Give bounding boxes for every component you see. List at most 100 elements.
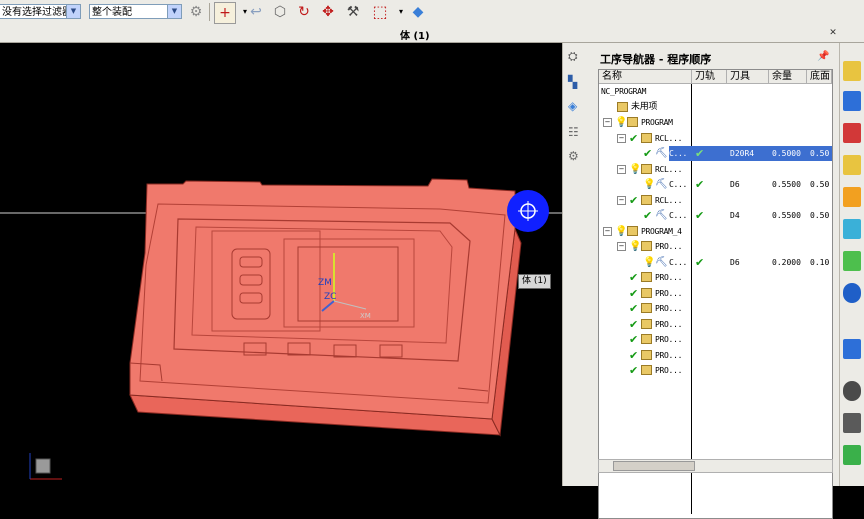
check-icon: ✔: [629, 287, 639, 300]
row-name: PRO...: [655, 320, 683, 329]
select-components-icon[interactable]: ⚙: [186, 2, 206, 22]
operation-tree[interactable]: 名称 刀轨 刀具 余量 底面 NC_PROGRAM 未用项 − 💡 PROGRA…: [598, 69, 833, 519]
column-header-stock[interactable]: 余量: [769, 70, 807, 84]
row-name: PROGRAM: [641, 118, 673, 127]
zc-axis-label: ZC: [324, 292, 336, 302]
folder-icon: [641, 303, 652, 313]
column-header-name[interactable]: 名称: [599, 70, 692, 84]
hd3d-tools-icon[interactable]: ⚙: [568, 149, 586, 167]
row-name: PRO...: [655, 273, 683, 282]
selection-tooltip: 体 (1): [518, 274, 551, 289]
tree-row-op-4[interactable]: 💡 ⛏ C... ✔ D6 0.2000 0.10: [599, 255, 832, 270]
rotate-icon[interactable]: ↻: [294, 2, 314, 22]
tree-row-unused[interactable]: 未用项: [599, 100, 832, 115]
tree-row-pro-5[interactable]: ✔ PRO...: [599, 317, 832, 332]
snap-point-icon[interactable]: +: [214, 2, 236, 24]
collapse-icon[interactable]: −: [617, 242, 626, 251]
tree-row-op-2[interactable]: 💡 ⛏ C... ✔ D6 0.5500 0.50: [599, 177, 832, 192]
floor-cell: 0.50: [810, 180, 830, 189]
tree-row-pro-2[interactable]: ✔ PRO...: [599, 270, 832, 285]
graphics-viewport[interactable]: ZM ZC XM 体 (1): [0, 43, 562, 486]
row-name: 未用项: [631, 102, 658, 112]
window-title: 体 (1): [400, 31, 430, 42]
view-cube-icon[interactable]: ⬡: [270, 2, 290, 22]
part-top-face: [129, 178, 516, 420]
web-browser-tab-icon[interactable]: [843, 283, 861, 303]
row-name: PRO...: [655, 242, 683, 251]
column-header-tool[interactable]: 刀具: [727, 70, 769, 84]
history-tab-icon[interactable]: [843, 339, 861, 359]
chevron-down-icon: ▼: [167, 5, 181, 18]
constraint-navigator-icon[interactable]: ▚: [568, 75, 586, 93]
row-name: RCL...: [655, 165, 683, 174]
main-toolbar: 没有选择过滤器 ▼ 整个装配 ▼ ⚙ + ▾ ↩ ⬡ ↻ ✥ ⚒ ⬚ ▾ ◆: [0, 0, 864, 27]
tree-row-nc-program[interactable]: NC_PROGRAM: [599, 84, 832, 99]
tree-row-op-1[interactable]: ✔ ⛏ C... ✔ D20R4 0.5000 0.50: [599, 146, 832, 161]
tree-row-pro-8[interactable]: ✔ PRO...: [599, 363, 832, 378]
operation-navigator-tab-icon[interactable]: [843, 155, 861, 175]
assembly-scope-dropdown[interactable]: 整个装配 ▼: [89, 4, 182, 19]
chart-tab-icon[interactable]: [843, 251, 861, 271]
row-name: PRO...: [655, 289, 683, 298]
wcs-triad-icon: [35, 458, 51, 474]
tree-row-rcl-1[interactable]: − ✔ RCL...: [599, 131, 832, 146]
collapse-icon[interactable]: −: [617, 134, 626, 143]
close-icon[interactable]: ✕: [828, 27, 838, 39]
reuse-library-icon[interactable]: ☷: [568, 125, 586, 143]
tree-row-pro-4[interactable]: ✔ PRO...: [599, 301, 832, 316]
cam-tab-icon[interactable]: [843, 123, 861, 143]
tree-row-program-4[interactable]: − 💡 PROGRAM_4: [599, 224, 832, 239]
tool-cell: D4: [730, 211, 740, 220]
tree-row-pro-6[interactable]: ✔ PRO...: [599, 332, 832, 347]
column-header-floor[interactable]: 底面: [807, 70, 832, 84]
folder-icon: [641, 133, 652, 143]
check-icon: ✔: [629, 318, 639, 331]
pin-icon[interactable]: 📌: [817, 51, 829, 62]
cavity-mill-icon: ⛏: [655, 210, 668, 221]
selection-filter-dropdown[interactable]: 没有选择过滤器 ▼: [0, 4, 81, 19]
tree-row-program[interactable]: − 💡 PROGRAM: [599, 115, 832, 130]
document-tab-icon[interactable]: [843, 413, 861, 433]
folder-icon: [641, 288, 652, 298]
collapse-icon[interactable]: −: [617, 165, 626, 174]
tree-row-rcl-3[interactable]: − ✔ RCL...: [599, 193, 832, 208]
tool-cell: D20R4: [730, 149, 755, 158]
process-tab-icon[interactable]: [843, 219, 861, 239]
part-navigator-tab-icon[interactable]: [843, 61, 861, 81]
check-icon: ✔: [629, 271, 639, 284]
toolpath-status: ✔: [695, 256, 705, 269]
row-name: RCL...: [655, 134, 683, 143]
floor-cell: 0.10: [810, 258, 830, 267]
tree-row-pro-7[interactable]: ✔ PRO...: [599, 348, 832, 363]
folder-icon: [641, 365, 652, 375]
tree-row-op-3[interactable]: ✔ ⛏ C... ✔ D4 0.5500 0.50: [599, 208, 832, 223]
render-style-icon[interactable]: ◆: [408, 2, 428, 22]
stock-cell: 0.5500: [772, 211, 801, 220]
tree-row-pro-1[interactable]: − 💡 PRO...: [599, 239, 832, 254]
assembly-navigator-icon[interactable]: ⛭: [568, 49, 586, 67]
feature-tab-icon[interactable]: [843, 91, 861, 111]
tree-row-pro-3[interactable]: ✔ PRO...: [599, 286, 832, 301]
part-navigator-icon[interactable]: ◈: [568, 99, 586, 117]
machine-tool-tab-icon[interactable]: [843, 187, 861, 207]
folder-icon: [617, 102, 628, 112]
row-name: NC_PROGRAM: [601, 87, 647, 96]
collapse-icon[interactable]: −: [603, 227, 612, 236]
undo-icon[interactable]: ↩: [246, 2, 266, 22]
collapse-icon[interactable]: −: [617, 196, 626, 205]
rectangle-select-icon[interactable]: ⬚: [370, 2, 390, 22]
stock-cell: 0.2000: [772, 258, 801, 267]
column-header-toolpath[interactable]: 刀轨: [692, 70, 727, 84]
row-name: PRO...: [655, 304, 683, 313]
move-handle-icon[interactable]: ✥: [318, 2, 338, 22]
scrollbar-thumb[interactable]: [613, 461, 695, 471]
bulb-icon: 💡: [615, 226, 628, 237]
transform-icon[interactable]: ⚒: [343, 2, 363, 22]
tree-horizontal-scrollbar[interactable]: [598, 459, 833, 473]
palette-tab-icon[interactable]: [843, 445, 861, 465]
collapse-icon[interactable]: −: [603, 118, 612, 127]
xm-axis-label: XM: [360, 312, 371, 320]
tree-row-rcl-2[interactable]: − 💡 RCL...: [599, 162, 832, 177]
clock-tab-icon[interactable]: [843, 381, 861, 401]
check-icon: ✔: [629, 132, 639, 145]
